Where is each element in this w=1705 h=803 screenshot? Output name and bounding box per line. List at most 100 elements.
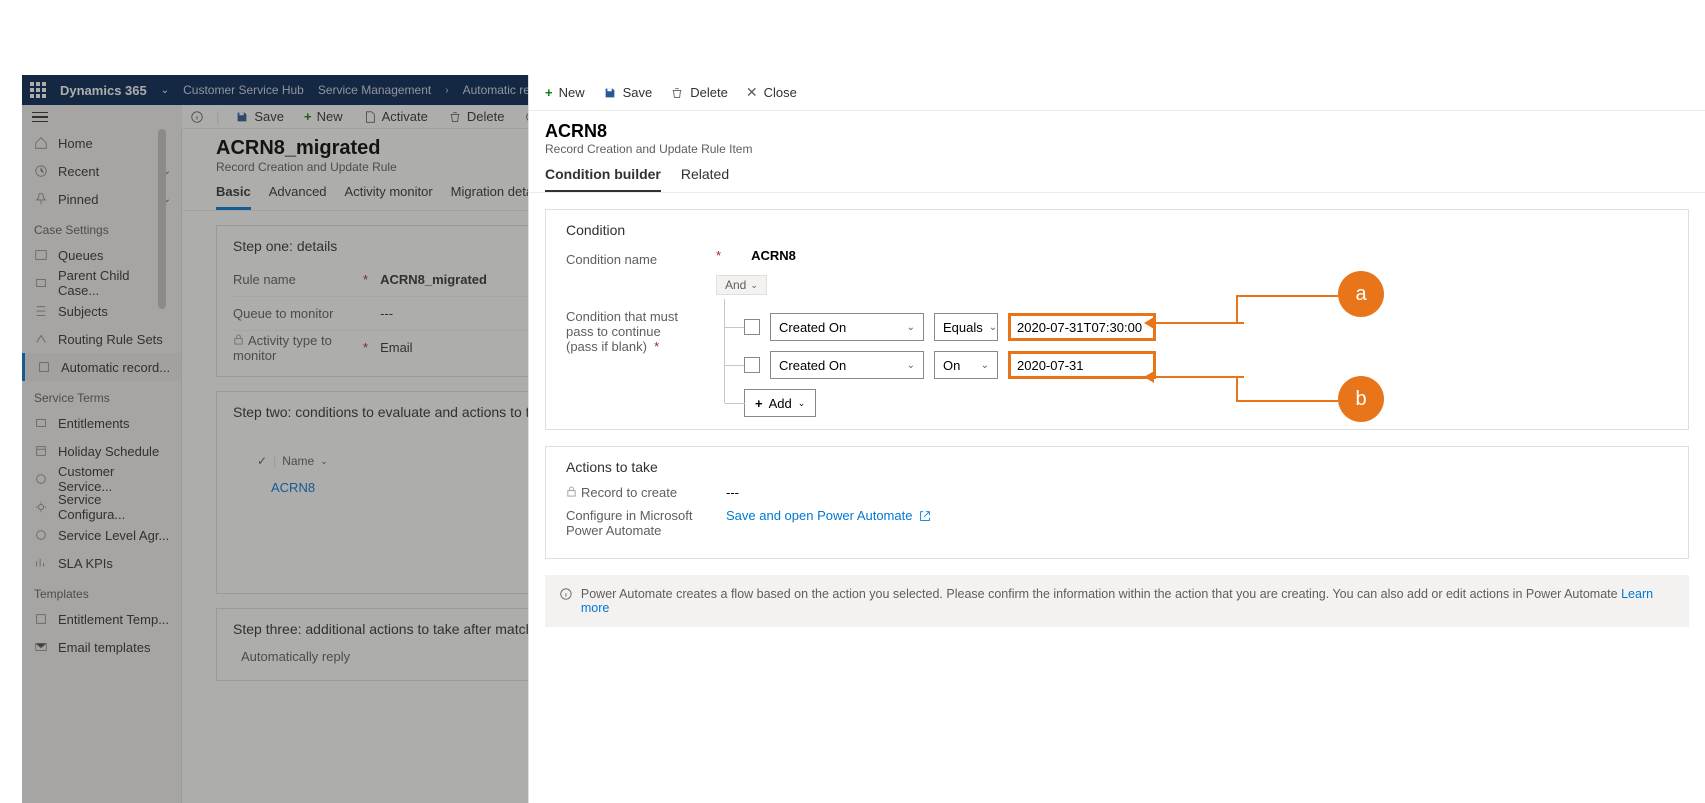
panel-save-button[interactable]: Save: [603, 85, 653, 100]
routing-icon: [34, 332, 48, 346]
sidebar-item-sla-kpis[interactable]: SLA KPIs: [22, 549, 181, 577]
condition-name-label: Condition name: [566, 252, 657, 267]
entitlement-icon: [34, 416, 48, 430]
condition-row-1: Created On⌄ Equals⌄ 2020-07-31T07:30:00: [744, 313, 1156, 341]
sidebar-group-templates: Templates: [22, 577, 181, 605]
home-icon: [34, 136, 48, 150]
queue-value[interactable]: ---: [380, 306, 393, 321]
sidebar-item-label: Automatic record...: [61, 360, 170, 375]
tab-related[interactable]: Related: [681, 166, 729, 192]
queue-icon: [34, 248, 48, 262]
tab-advanced[interactable]: Advanced: [269, 184, 327, 210]
sidebar-item-label: Email templates: [58, 640, 150, 655]
record-to-create-value: ---: [726, 485, 739, 500]
sidebar-item-label: Home: [58, 136, 93, 151]
condition-section: Condition Condition name * ACRN8 Conditi…: [545, 209, 1689, 430]
activate-button[interactable]: Activate: [359, 109, 432, 124]
save-icon: [235, 110, 249, 124]
sidebar-item-label: SLA KPIs: [58, 556, 113, 571]
tab-condition-builder[interactable]: Condition builder: [545, 166, 661, 192]
rule-name-value[interactable]: ACRN8_migrated: [380, 272, 487, 287]
sidebar-item-label: Entitlement Temp...: [58, 612, 169, 627]
sidebar-item-label: Service Configura...: [58, 492, 171, 522]
sidebar-toggle[interactable]: [22, 105, 182, 129]
chevron-down-icon: ⌄: [907, 322, 915, 333]
case-icon: [34, 276, 48, 290]
condition-row-2: Created On⌄ On⌄ 2020-07-31: [744, 351, 1156, 379]
save-button[interactable]: Save: [231, 109, 288, 124]
value-input-b[interactable]: 2020-07-31: [1008, 351, 1156, 379]
chevron-down-icon: ⌄: [798, 398, 806, 409]
breadcrumb-1[interactable]: Service Management: [318, 83, 431, 97]
activity-value: Email: [380, 340, 413, 355]
sla-icon: [34, 528, 48, 542]
plus-icon: +: [304, 109, 312, 124]
open-external-icon: [918, 509, 932, 523]
sidebar-item-automatic-record[interactable]: Automatic record...: [22, 353, 181, 381]
app-launcher-icon[interactable]: [30, 82, 46, 98]
new-button[interactable]: +New: [300, 109, 347, 124]
value-input-a[interactable]: 2020-07-31T07:30:00: [1008, 313, 1156, 341]
sidebar-item-label: Routing Rule Sets: [58, 332, 163, 347]
configure-pa-label: Configure in Microsoft Power Automate: [566, 508, 696, 538]
panel-delete-button[interactable]: Delete: [670, 85, 728, 100]
info-icon: [559, 587, 573, 601]
lock-icon: [566, 486, 577, 497]
trash-icon: [670, 86, 684, 100]
sidebar-item-holiday[interactable]: Holiday Schedule: [22, 437, 181, 465]
sidebar-item-label: Holiday Schedule: [58, 444, 159, 459]
subjects-icon: [34, 304, 48, 318]
sidebar-item-label: Parent Child Case...: [58, 268, 171, 298]
info-icon[interactable]: [190, 110, 204, 124]
plus-icon: +: [545, 85, 553, 100]
tab-activity-monitor[interactable]: Activity monitor: [345, 184, 433, 210]
panel-close-button[interactable]: ✕Close: [746, 84, 797, 101]
close-icon: ✕: [746, 84, 758, 101]
info-bar: Power Automate creates a flow based on t…: [545, 575, 1689, 627]
panel-new-button[interactable]: +New: [545, 85, 585, 100]
save-open-pa-link[interactable]: Save and open Power Automate: [726, 508, 932, 523]
group-operator[interactable]: And⌄: [716, 275, 767, 295]
activate-icon: [363, 110, 377, 124]
field-select[interactable]: Created On⌄: [770, 351, 924, 379]
kpi-icon: [34, 556, 48, 570]
sidebar-item-label: Entitlements: [58, 416, 130, 431]
sidebar-item-label: Queues: [58, 248, 104, 263]
sidebar-item-entitlement-temp[interactable]: Entitlement Temp...: [22, 605, 181, 633]
plus-icon: +: [755, 396, 763, 411]
sidebar-item-routing[interactable]: Routing Rule Sets: [22, 325, 181, 353]
gear-icon: [34, 500, 48, 514]
operator-select[interactable]: On⌄: [934, 351, 998, 379]
record-to-create-label: Record to create: [581, 485, 677, 500]
sidebar-item-label: Service Level Agr...: [58, 528, 169, 543]
info-text: Power Automate creates a flow based on t…: [581, 587, 1618, 601]
operator-select[interactable]: Equals⌄: [934, 313, 998, 341]
row-checkbox[interactable]: [744, 357, 760, 373]
sidebar-item-entitlements[interactable]: Entitlements: [22, 409, 181, 437]
panel-subtitle: Record Creation and Update Rule Item: [545, 142, 1689, 156]
template-icon: [34, 612, 48, 626]
app-name[interactable]: Customer Service Hub: [183, 83, 304, 97]
sidebar-item-sla[interactable]: Service Level Agr...: [22, 521, 181, 549]
sidebar-scrollbar[interactable]: [158, 129, 166, 309]
delete-button[interactable]: Delete: [444, 109, 509, 124]
clock-icon: [34, 164, 48, 178]
add-condition-button[interactable]: +Add⌄: [744, 389, 816, 417]
field-select[interactable]: Created On⌄: [770, 313, 924, 341]
sidebar-group-service: Service Terms: [22, 381, 181, 409]
record-icon: [37, 360, 51, 374]
condition-name-value[interactable]: ACRN8: [751, 248, 796, 263]
condition-tree: And⌄ Created On⌄ Equals⌄ 2020-07-31T07:3…: [716, 275, 1156, 417]
sidebar-item-label: Customer Service...: [58, 464, 171, 494]
lock-icon: [233, 334, 244, 345]
tab-basic[interactable]: Basic: [216, 184, 251, 210]
row-checkbox[interactable]: [744, 319, 760, 335]
sidebar: Home Recent⌄ Pinned⌄ Case Settings Queue…: [22, 129, 182, 803]
chevron-down-icon: ⌄: [981, 360, 989, 371]
activity-label: Activity type to monitor: [233, 333, 332, 363]
sidebar-item-customer-service[interactable]: Customer Service...: [22, 465, 181, 493]
sidebar-item-service-config[interactable]: Service Configura...: [22, 493, 181, 521]
condition-pass-label: Condition that must pass to continue (pa…: [566, 309, 678, 354]
sidebar-item-email-templates[interactable]: Email templates: [22, 633, 181, 661]
pin-icon: [34, 192, 48, 206]
